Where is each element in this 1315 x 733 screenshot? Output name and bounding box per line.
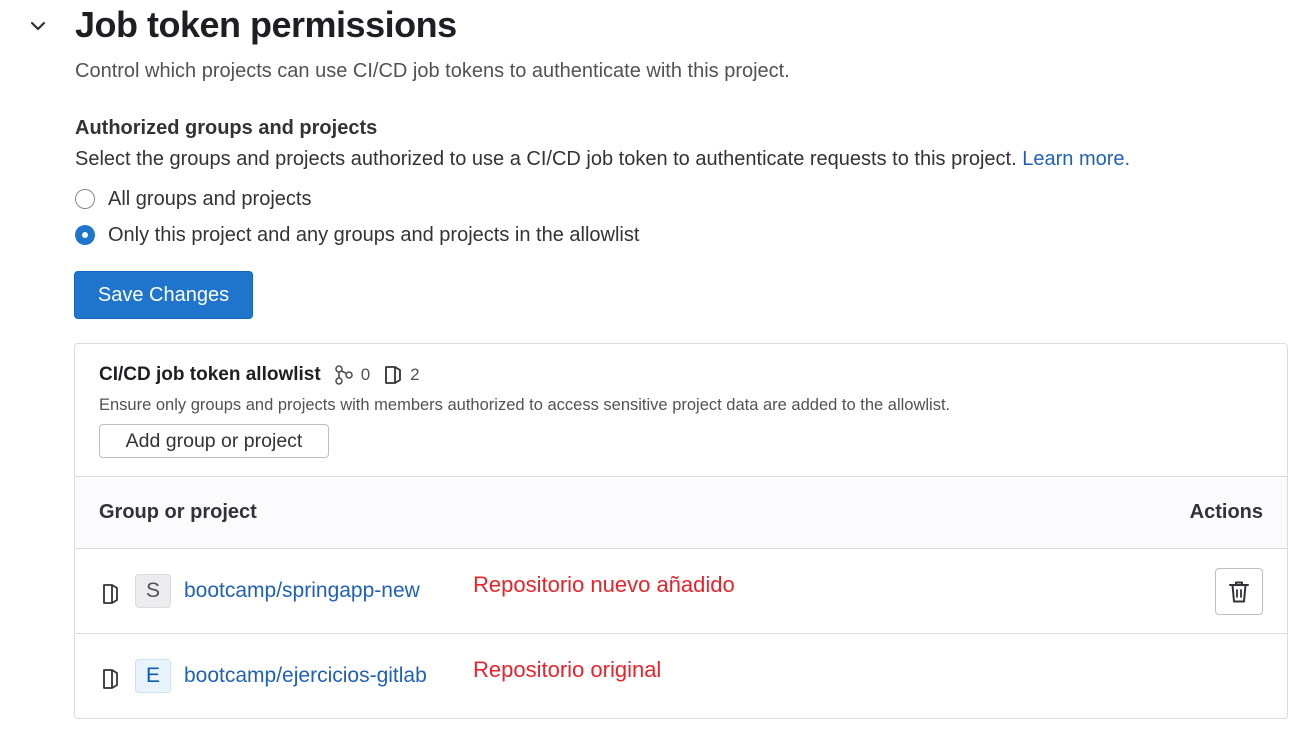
- column-header-actions: Actions: [1189, 501, 1263, 523]
- section-header: Job token permissions Control which proj…: [0, 0, 1315, 82]
- group-icon: [334, 365, 353, 385]
- save-changes-button[interactable]: Save Changes: [74, 271, 253, 319]
- radio-all-groups-and-projects[interactable]: All groups and projects: [75, 186, 311, 212]
- collapse-toggle[interactable]: [24, 12, 52, 40]
- project-icon: [103, 584, 118, 604]
- project-icon: [385, 366, 402, 384]
- allowlist-description: Ensure only groups and projects with mem…: [99, 396, 951, 414]
- delete-button[interactable]: [1215, 568, 1263, 615]
- group-count-value: 0: [360, 365, 371, 384]
- radio-checked[interactable]: [75, 225, 95, 245]
- table-row: E bootcamp/ejercicios-gitlab Repositorio…: [75, 634, 1287, 718]
- authorized-help-text: Select the groups and projects authorize…: [75, 146, 1130, 172]
- trash-icon: [1229, 581, 1249, 602]
- section-title: Job token permissions: [75, 4, 457, 45]
- avatar: S: [135, 574, 171, 608]
- group-count: 0: [333, 364, 370, 386]
- annotation-text: Repositorio nuevo añadido: [473, 572, 735, 597]
- radio-label: Only this project and any groups and pro…: [108, 224, 640, 246]
- learn-more-link[interactable]: Learn more.: [1022, 148, 1130, 170]
- radio-only-allowlist[interactable]: Only this project and any groups and pro…: [75, 222, 639, 248]
- project-count: 2: [382, 364, 420, 386]
- add-group-or-project-button[interactable]: Add group or project: [99, 424, 329, 458]
- avatar: E: [135, 659, 171, 693]
- allowlist-title-row: CI/CD job token allowlist 0 2: [99, 362, 420, 388]
- allowlist-card: CI/CD job token allowlist 0 2 Ensure onl…: [74, 343, 1288, 719]
- radio-label: All groups and projects: [108, 188, 312, 210]
- project-icon: [103, 669, 118, 689]
- annotation-text: Repositorio original: [473, 657, 662, 682]
- chevron-down-icon: [30, 21, 46, 31]
- table-header: Group or project Actions: [75, 476, 1287, 549]
- table-row: S bootcamp/springapp-new Repositorio nue…: [75, 549, 1287, 634]
- project-link[interactable]: bootcamp/springapp-new: [184, 578, 420, 604]
- section-description: Control which projects can use CI/CD job…: [75, 60, 790, 82]
- project-count-value: 2: [410, 365, 420, 384]
- column-header-group-or-project: Group or project: [99, 501, 257, 523]
- allowlist-title: CI/CD job token allowlist: [99, 364, 321, 385]
- authorized-heading: Authorized groups and projects: [75, 117, 378, 139]
- authorized-help-body: Select the groups and projects authorize…: [75, 148, 1017, 170]
- project-link[interactable]: bootcamp/ejercicios-gitlab: [184, 663, 427, 689]
- job-token-permissions-page: Job token permissions Control which proj…: [0, 0, 1315, 733]
- radio-unchecked[interactable]: [75, 189, 95, 209]
